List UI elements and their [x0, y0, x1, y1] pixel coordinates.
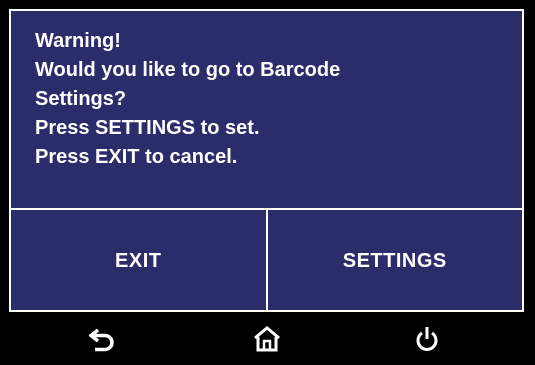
- warning-dialog: Warning! Would you like to go to Barcode…: [9, 9, 524, 312]
- message-line-title: Warning!: [35, 30, 121, 52]
- bottom-nav-bar: [0, 312, 535, 365]
- back-icon[interactable]: [88, 324, 118, 354]
- dialog-message: Warning! Would you like to go to Barcode…: [35, 27, 505, 172]
- dialog-button-row: EXIT SETTINGS: [11, 208, 522, 312]
- power-icon[interactable]: [412, 324, 442, 354]
- home-icon[interactable]: [252, 324, 282, 354]
- message-line-question-cont: Settings?: [35, 88, 127, 110]
- message-line-exit-hint: Press EXIT to cancel.: [35, 146, 238, 168]
- message-line-settings-hint: Press SETTINGS to set.: [35, 117, 260, 139]
- message-line-question: Would you like to go to Barcode: [35, 59, 341, 81]
- settings-button[interactable]: SETTINGS: [268, 210, 523, 312]
- exit-button[interactable]: EXIT: [11, 210, 268, 312]
